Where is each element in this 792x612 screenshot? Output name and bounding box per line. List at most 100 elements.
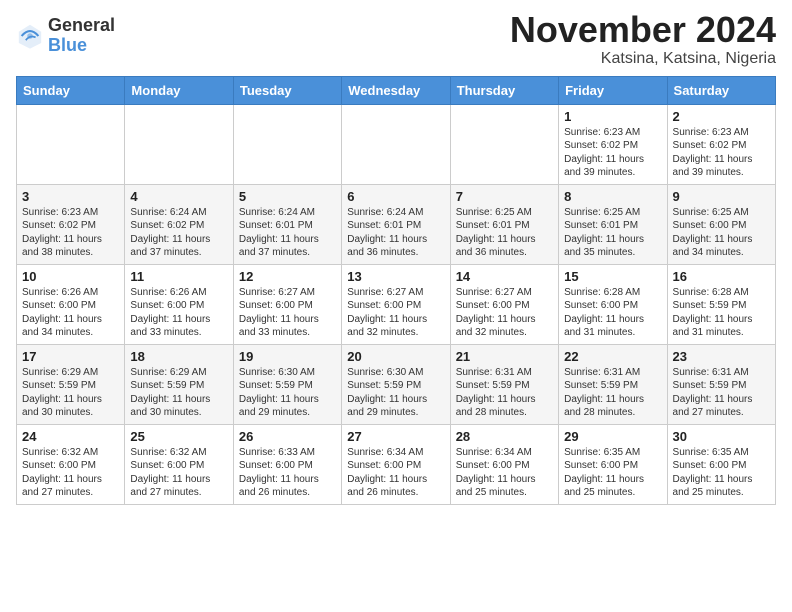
weekday-header-friday: Friday: [559, 76, 667, 104]
day-number: 23: [673, 349, 770, 364]
day-number: 26: [239, 429, 336, 444]
day-info: Sunrise: 6:34 AM Sunset: 6:00 PM Dayligh…: [456, 446, 553, 500]
day-info: Sunrise: 6:25 AM Sunset: 6:01 PM Dayligh…: [564, 206, 661, 260]
day-cell: 12 Sunrise: 6:27 AM Sunset: 6:00 PM Dayli…: [233, 264, 341, 344]
logo: General Blue: [16, 16, 115, 56]
day-info: Sunrise: 6:29 AM Sunset: 5:59 PM Dayligh…: [22, 366, 119, 420]
day-cell: 14Sunrise: 6:27 AM Sunset: 6:00 PM Dayli…: [450, 264, 558, 344]
day-number: 18: [130, 349, 227, 364]
weekday-header-row: SundayMondayTuesdayWednesdayThursdayFrid…: [17, 76, 776, 104]
day-cell: 21 Sunrise: 6:31 AM Sunset: 5:59 PM Dayli…: [450, 344, 558, 424]
day-info: Sunrise: 6:29 AM Sunset: 5:59 PM Dayligh…: [130, 366, 227, 420]
day-number: 5: [239, 189, 336, 204]
day-info: Sunrise: 6:27 AM Sunset: 6:00 PM Dayligh…: [239, 286, 336, 340]
day-cell: 3 Sunrise: 6:23 AM Sunset: 6:02 PM Daylig…: [17, 184, 125, 264]
logo-text: General Blue: [48, 16, 115, 56]
day-number: 13: [347, 269, 444, 284]
day-info: Sunrise: 6:28 AM Sunset: 6:00 PM Dayligh…: [564, 286, 661, 340]
day-info: Sunrise: 6:27 AM Sunset: 6:00 PM Dayligh…: [347, 286, 444, 340]
day-number: 14: [456, 269, 553, 284]
day-cell: 28Sunrise: 6:34 AM Sunset: 6:00 PM Dayli…: [450, 424, 558, 504]
weekday-header-saturday: Saturday: [667, 76, 775, 104]
day-number: 30: [673, 429, 770, 444]
day-number: 10: [22, 269, 119, 284]
day-cell: 15 Sunrise: 6:28 AM Sunset: 6:00 PM Dayli…: [559, 264, 667, 344]
day-cell: 4 Sunrise: 6:24 AM Sunset: 6:02 PM Daylig…: [125, 184, 233, 264]
header: General Blue November 2024 Katsina, Kats…: [16, 10, 776, 68]
day-cell: 8 Sunrise: 6:25 AM Sunset: 6:01 PM Daylig…: [559, 184, 667, 264]
calendar: SundayMondayTuesdayWednesdayThursdayFrid…: [16, 76, 776, 505]
day-info: Sunrise: 6:24 AM Sunset: 6:02 PM Dayligh…: [130, 206, 227, 260]
day-cell: 17Sunrise: 6:29 AM Sunset: 5:59 PM Dayli…: [17, 344, 125, 424]
week-row-1: 1 Sunrise: 6:23 AM Sunset: 6:02 PM Daylig…: [17, 104, 776, 184]
day-cell: 19Sunrise: 6:30 AM Sunset: 5:59 PM Dayli…: [233, 344, 341, 424]
location-title: Katsina, Katsina, Nigeria: [510, 50, 776, 68]
day-number: 8: [564, 189, 661, 204]
day-number: 24: [22, 429, 119, 444]
day-cell: 20 Sunrise: 6:30 AM Sunset: 5:59 PM Dayli…: [342, 344, 450, 424]
day-cell: [125, 104, 233, 184]
day-number: 6: [347, 189, 444, 204]
day-cell: 18 Sunrise: 6:29 AM Sunset: 5:59 PM Dayli…: [125, 344, 233, 424]
day-cell: 29Sunrise: 6:35 AM Sunset: 6:00 PM Dayli…: [559, 424, 667, 504]
day-number: 29: [564, 429, 661, 444]
day-number: 11: [130, 269, 227, 284]
day-cell: [342, 104, 450, 184]
day-number: 3: [22, 189, 119, 204]
month-title: November 2024: [510, 10, 776, 50]
day-number: 12: [239, 269, 336, 284]
day-info: Sunrise: 6:30 AM Sunset: 5:59 PM Dayligh…: [347, 366, 444, 420]
day-number: 15: [564, 269, 661, 284]
day-info: Sunrise: 6:30 AM Sunset: 5:59 PM Dayligh…: [239, 366, 336, 420]
day-number: 4: [130, 189, 227, 204]
day-info: Sunrise: 6:35 AM Sunset: 6:00 PM Dayligh…: [673, 446, 770, 500]
day-info: Sunrise: 6:32 AM Sunset: 6:00 PM Dayligh…: [22, 446, 119, 500]
day-number: 7: [456, 189, 553, 204]
day-info: Sunrise: 6:24 AM Sunset: 6:01 PM Dayligh…: [239, 206, 336, 260]
day-cell: 2 Sunrise: 6:23 AM Sunset: 6:02 PM Daylig…: [667, 104, 775, 184]
page: General Blue November 2024 Katsina, Kats…: [0, 0, 792, 521]
week-row-3: 10Sunrise: 6:26 AM Sunset: 6:00 PM Dayli…: [17, 264, 776, 344]
day-info: Sunrise: 6:25 AM Sunset: 6:00 PM Dayligh…: [673, 206, 770, 260]
day-number: 20: [347, 349, 444, 364]
day-info: Sunrise: 6:31 AM Sunset: 5:59 PM Dayligh…: [673, 366, 770, 420]
day-cell: [17, 104, 125, 184]
day-number: 27: [347, 429, 444, 444]
logo-icon: [16, 22, 44, 50]
day-number: 9: [673, 189, 770, 204]
day-cell: 1 Sunrise: 6:23 AM Sunset: 6:02 PM Daylig…: [559, 104, 667, 184]
day-cell: 22Sunrise: 6:31 AM Sunset: 5:59 PM Dayli…: [559, 344, 667, 424]
day-cell: 30 Sunrise: 6:35 AM Sunset: 6:00 PM Dayli…: [667, 424, 775, 504]
day-number: 21: [456, 349, 553, 364]
day-number: 16: [673, 269, 770, 284]
day-info: Sunrise: 6:31 AM Sunset: 5:59 PM Dayligh…: [456, 366, 553, 420]
day-info: Sunrise: 6:23 AM Sunset: 6:02 PM Dayligh…: [673, 126, 770, 180]
day-cell: [450, 104, 558, 184]
week-row-4: 17Sunrise: 6:29 AM Sunset: 5:59 PM Dayli…: [17, 344, 776, 424]
day-info: Sunrise: 6:23 AM Sunset: 6:02 PM Dayligh…: [564, 126, 661, 180]
day-cell: 26Sunrise: 6:33 AM Sunset: 6:00 PM Dayli…: [233, 424, 341, 504]
day-info: Sunrise: 6:28 AM Sunset: 5:59 PM Dayligh…: [673, 286, 770, 340]
day-number: 2: [673, 109, 770, 124]
day-number: 25: [130, 429, 227, 444]
day-cell: 24 Sunrise: 6:32 AM Sunset: 6:00 PM Dayli…: [17, 424, 125, 504]
day-number: 22: [564, 349, 661, 364]
weekday-header-thursday: Thursday: [450, 76, 558, 104]
weekday-header-monday: Monday: [125, 76, 233, 104]
logo-general-text: General: [48, 15, 115, 35]
week-row-2: 3 Sunrise: 6:23 AM Sunset: 6:02 PM Daylig…: [17, 184, 776, 264]
weekday-header-wednesday: Wednesday: [342, 76, 450, 104]
day-info: Sunrise: 6:25 AM Sunset: 6:01 PM Dayligh…: [456, 206, 553, 260]
day-cell: 9 Sunrise: 6:25 AM Sunset: 6:00 PM Daylig…: [667, 184, 775, 264]
day-cell: 23 Sunrise: 6:31 AM Sunset: 5:59 PM Dayli…: [667, 344, 775, 424]
day-cell: 16 Sunrise: 6:28 AM Sunset: 5:59 PM Dayli…: [667, 264, 775, 344]
day-cell: 7 Sunrise: 6:25 AM Sunset: 6:01 PM Daylig…: [450, 184, 558, 264]
day-cell: 10Sunrise: 6:26 AM Sunset: 6:00 PM Dayli…: [17, 264, 125, 344]
logo-blue-text: Blue: [48, 35, 87, 55]
day-info: Sunrise: 6:32 AM Sunset: 6:00 PM Dayligh…: [130, 446, 227, 500]
day-cell: 11Sunrise: 6:26 AM Sunset: 6:00 PM Dayli…: [125, 264, 233, 344]
day-number: 1: [564, 109, 661, 124]
day-cell: [233, 104, 341, 184]
day-info: Sunrise: 6:23 AM Sunset: 6:02 PM Dayligh…: [22, 206, 119, 260]
day-info: Sunrise: 6:24 AM Sunset: 6:01 PM Dayligh…: [347, 206, 444, 260]
